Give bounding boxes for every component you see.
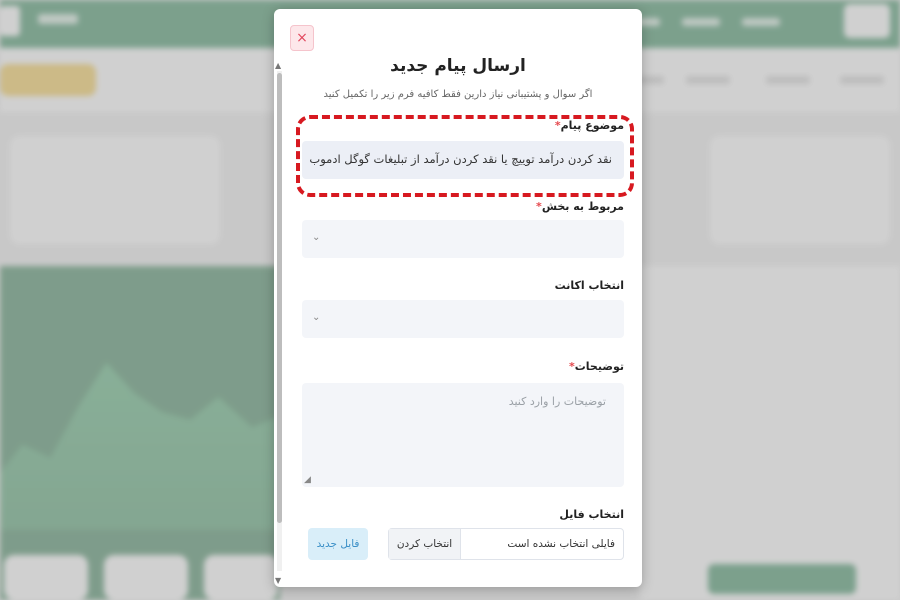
chevron-down-icon: ⌄: [312, 232, 321, 243]
account-label: انتخاب اکانت: [554, 279, 624, 292]
close-icon: ×: [296, 30, 308, 46]
chevron-down-icon: ⌄: [312, 312, 321, 323]
modal-subtitle: اگر سوال و پشتیبانی نیاز دارین فقط کافیه…: [323, 89, 593, 100]
section-label: مربوط به بخش*: [536, 200, 624, 213]
scrollbar-thumb[interactable]: [277, 73, 282, 523]
file-status: فایلی انتخاب نشده است: [507, 538, 615, 550]
new-message-modal: ▲ ▼ × ارسال پیام جدید اگر سوال و پشتیبان…: [274, 9, 642, 587]
account-select[interactable]: ⌄: [302, 300, 624, 338]
new-file-button[interactable]: فایل جدید: [308, 528, 368, 560]
description-placeholder: توضیحات را وارد کنید: [508, 395, 606, 408]
file-input[interactable]: انتخاب کردن فایلی انتخاب نشده است: [388, 528, 624, 560]
modal-scrollbar[interactable]: ▲ ▼: [275, 61, 282, 585]
choose-file-button[interactable]: انتخاب کردن: [389, 529, 461, 559]
description-label: توضیحات*: [568, 360, 624, 373]
section-select[interactable]: ⌄: [302, 220, 624, 258]
highlight-annotation: [296, 115, 634, 197]
close-button[interactable]: ×: [290, 25, 314, 51]
resize-grip-icon[interactable]: ◢: [304, 475, 311, 485]
scroll-down-icon[interactable]: ▼: [275, 576, 281, 585]
file-label: انتخاب فایل: [559, 508, 624, 521]
description-textarea[interactable]: توضیحات را وارد کنید ◢: [302, 383, 624, 487]
modal-title: ارسال پیام جدید: [390, 56, 526, 76]
